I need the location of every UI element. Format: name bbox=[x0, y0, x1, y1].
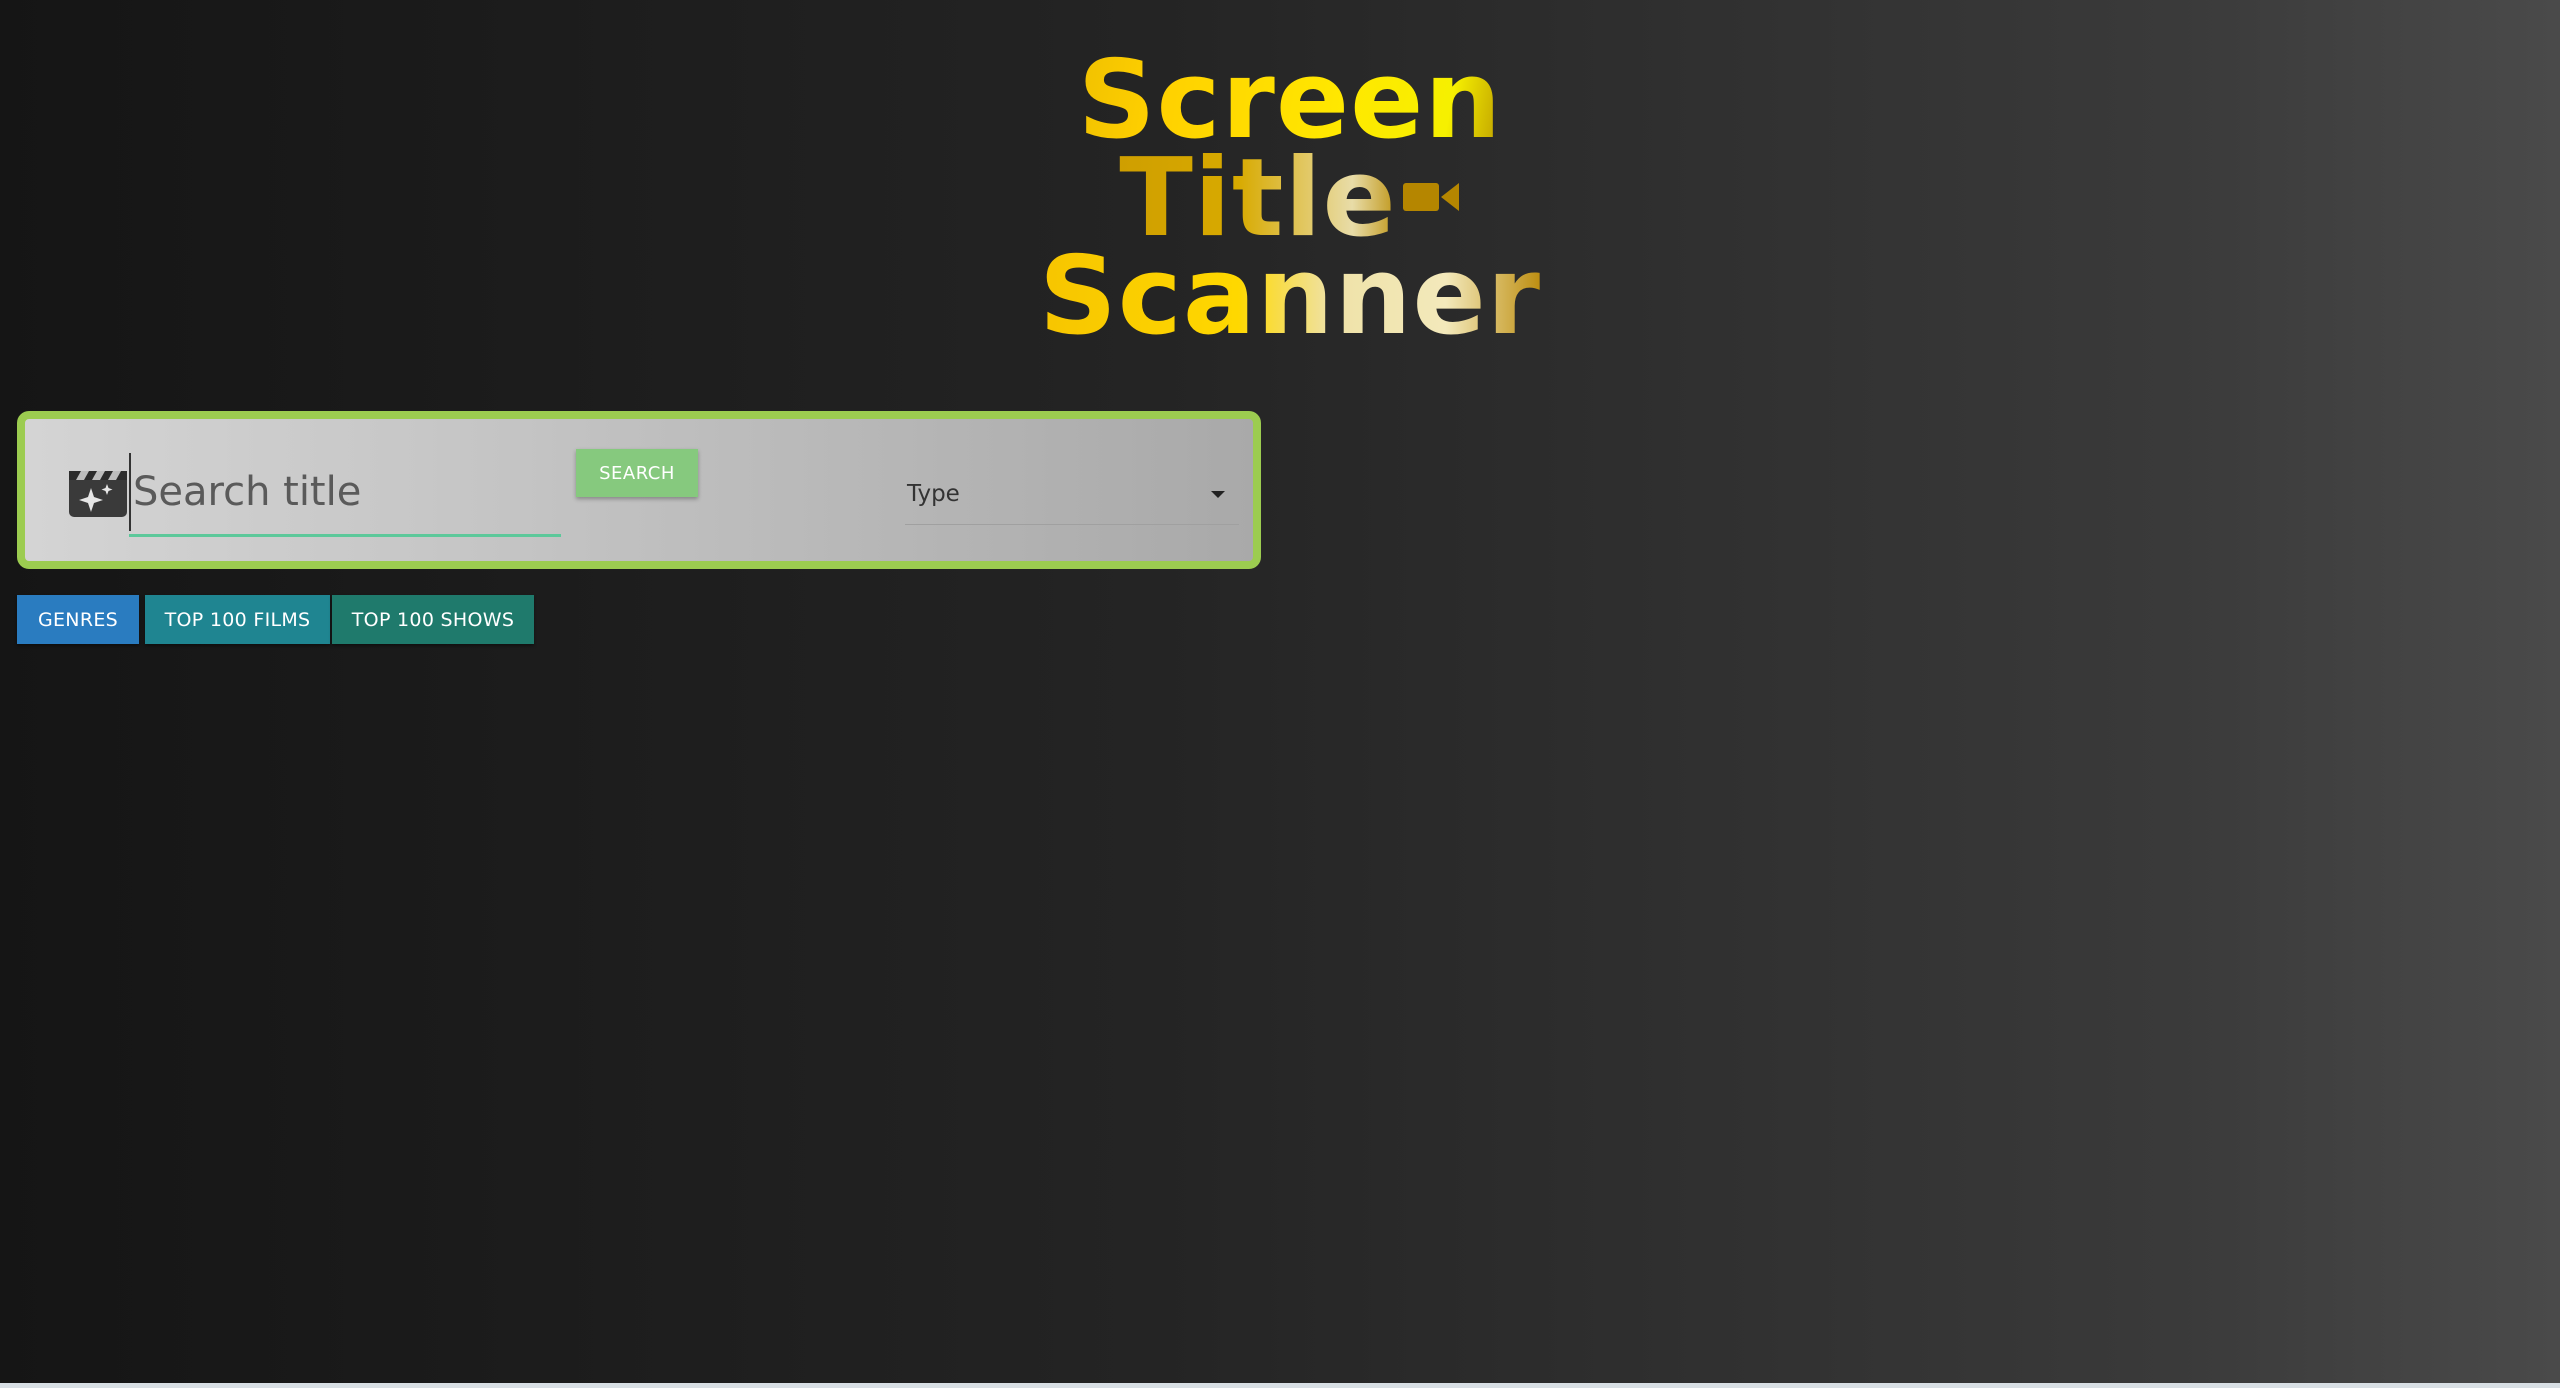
search-panel: SEARCH Type bbox=[17, 411, 1261, 569]
search-input[interactable] bbox=[129, 453, 565, 531]
bottom-edge bbox=[0, 1383, 2560, 1388]
type-dropdown[interactable]: Type bbox=[905, 469, 1239, 525]
type-dropdown-label: Type bbox=[907, 481, 960, 507]
top-100-films-button[interactable]: TOP 100 FILMS bbox=[145, 595, 330, 644]
dropdown-arrow-icon bbox=[1211, 491, 1225, 498]
search-field bbox=[129, 453, 565, 537]
app-logo: Screen Title Scanner bbox=[1030, 47, 1550, 351]
logo-text-line-3: Scanner bbox=[1030, 243, 1550, 351]
genres-button[interactable]: GENRES bbox=[17, 595, 139, 644]
video-camera-icon bbox=[1402, 183, 1459, 212]
search-button[interactable]: SEARCH bbox=[576, 449, 698, 497]
top-100-shows-button[interactable]: TOP 100 SHOWS bbox=[332, 595, 534, 644]
clapperboard-sparkle-icon bbox=[69, 471, 127, 517]
